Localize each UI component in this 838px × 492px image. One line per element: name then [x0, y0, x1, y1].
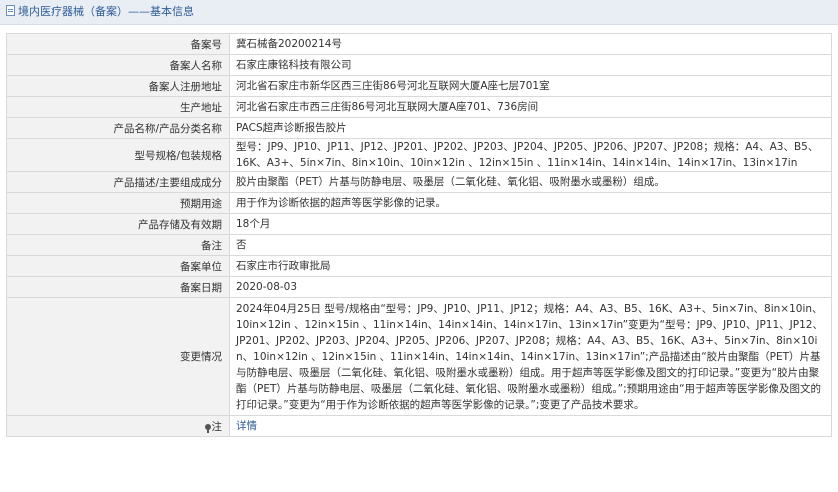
row-value: 18个月 — [229, 213, 832, 235]
row-value: 河北省石家庄市新华区西三庄街86号河北互联网大厦A座七层701室 — [229, 75, 832, 97]
row-value: 详情 — [229, 415, 832, 437]
table-row: 型号规格/包装规格 型号：JP9、JP10、JP11、JP12、JP201、JP… — [6, 138, 832, 172]
table-row: 变更情况 2024年04月25日 型号/规格由“型号：JP9、JP10、JP11… — [6, 297, 832, 416]
row-label: 预期用途 — [6, 192, 230, 214]
row-value: 型号：JP9、JP10、JP11、JP12、JP201、JP202、JP203、… — [229, 138, 832, 172]
row-value: 否 — [229, 234, 832, 256]
table-row: 备案人注册地址 河北省石家庄市新华区西三庄街86号河北互联网大厦A座七层701室 — [6, 75, 832, 97]
details-link[interactable]: 详情 — [236, 420, 257, 432]
table-row: 备案人名称 石家庄康铭科技有限公司 — [6, 54, 832, 76]
row-label: 备案单位 — [6, 255, 230, 277]
table-row: 生产地址 河北省石家庄市西三庄街86号河北互联网大厦A座701、736房间 — [6, 96, 832, 118]
table-row: 产品描述/主要组成成分 胶片由聚酯（PET）片基与防静电层、吸墨层（二氧化硅、氧… — [6, 171, 832, 193]
document-icon — [6, 5, 15, 16]
pin-icon — [204, 423, 211, 433]
table-row: 产品名称/产品分类名称 PACS超声诊断报告胶片 — [6, 117, 832, 139]
row-label: 备案号 — [6, 33, 230, 55]
row-label: 型号规格/包装规格 — [6, 138, 230, 172]
row-label: 变更情况 — [6, 297, 230, 416]
row-label: 产品名称/产品分类名称 — [6, 117, 230, 139]
table-row: 备注 否 — [6, 234, 832, 256]
row-value: 胶片由聚酯（PET）片基与防静电层、吸墨层（二氧化硅、氧化铝、吸附墨水或墨粉）组… — [229, 171, 832, 193]
note-label: 注 — [211, 420, 223, 433]
row-value: 河北省石家庄市西三庄街86号河北互联网大厦A座701、736房间 — [229, 96, 832, 118]
row-label: 备案人注册地址 — [6, 75, 230, 97]
row-value: PACS超声诊断报告胶片 — [229, 117, 832, 139]
change-history-value: 2024年04月25日 型号/规格由“型号：JP9、JP10、JP11、JP12… — [229, 297, 832, 416]
table-row: 备案日期 2020-08-03 — [6, 276, 832, 298]
table-row: 备案单位 石家庄市行政审批局 — [6, 255, 832, 277]
row-value: 用于作为诊断依据的超声等医学影像的记录。 — [229, 192, 832, 214]
page-header: 境内医疗器械（备案）——基本信息 — [0, 0, 838, 25]
table-row: 产品存储及有效期 18个月 — [6, 213, 832, 235]
page-title: 境内医疗器械（备案）——基本信息 — [18, 5, 194, 18]
row-label: 备注 — [6, 234, 230, 256]
row-value: 冀石械备20200214号 — [229, 33, 832, 55]
row-label: 生产地址 — [6, 96, 230, 118]
table-row: 注 详情 — [6, 415, 832, 437]
row-label: 产品存储及有效期 — [6, 213, 230, 235]
row-label: 产品描述/主要组成成分 — [6, 171, 230, 193]
row-value: 石家庄康铭科技有限公司 — [229, 54, 832, 76]
row-label: 备案日期 — [6, 276, 230, 298]
table-row: 备案号 冀石械备20200214号 — [6, 33, 832, 55]
row-value: 2020-08-03 — [229, 276, 832, 298]
info-table: 备案号 冀石械备20200214号 备案人名称 石家庄康铭科技有限公司 备案人注… — [6, 33, 832, 437]
row-value: 石家庄市行政审批局 — [229, 255, 832, 277]
row-label: 注 — [6, 415, 230, 437]
table-row: 预期用途 用于作为诊断依据的超声等医学影像的记录。 — [6, 192, 832, 214]
row-label: 备案人名称 — [6, 54, 230, 76]
